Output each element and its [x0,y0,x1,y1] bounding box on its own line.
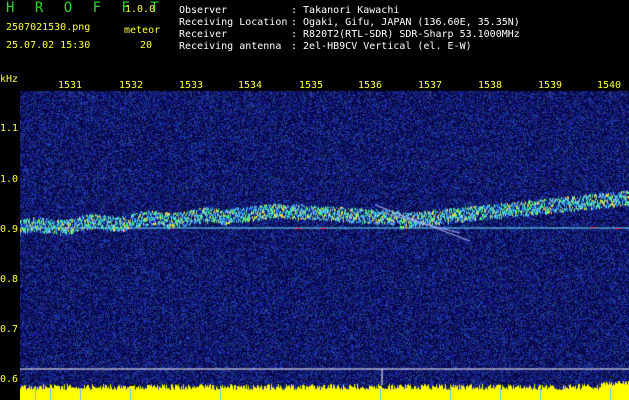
info-antenna-label: Receiving antenna [179,41,282,52]
info-antenna-value: : 2el-HB9CV Vertical (el. E-W) [291,41,472,52]
x-tick-label: 1538 [478,80,503,91]
datetime-label: 25.07.02 15:30 [6,40,91,51]
y-tick-label: 0.6 [0,374,19,385]
y-tick-label: 1.1 [0,123,19,134]
info-location-label: Receiving Location [179,17,288,28]
y-tick-label: 0.8 [0,274,19,285]
header-panel: H R O F F T 1.0.0 2507021530.png 25.07.0… [0,0,629,74]
y-tick-label: 0.7 [0,324,19,335]
x-tick-label: 1537 [418,80,443,91]
info-observer-label: Observer [179,5,228,16]
info-observer-value: : Takanori Kawachi [291,5,400,16]
x-tick-label: 1535 [299,80,324,91]
info-receiver-value: : R820T2(RTL-SDR) SDR-Sharp 53.1000MHz [291,29,520,40]
y-tick-label: 1.0 [0,174,19,185]
x-tick-label: 1531 [58,80,83,91]
y-tick-label: 0.9 [0,224,19,235]
x-tick-label: 1536 [358,80,383,91]
app-version: 1.0.0 [125,4,156,15]
info-receiver-label: Receiver [179,29,228,40]
info-location-value: : Ogaki, Gifu, JAPAN (136.60E, 35.35N) [291,17,520,28]
meteor-label: meteor [124,25,161,36]
spectrogram-canvas [20,75,629,400]
x-tick-label: 1533 [179,80,204,91]
x-tick-label: 1540 [597,80,622,91]
filename-label: 2507021530.png [6,22,91,33]
x-tick-label: 1532 [119,80,144,91]
y-axis-unit: kHz [0,74,19,85]
x-tick-label: 1539 [538,80,563,91]
x-tick-label: 1534 [238,80,263,91]
meteor-count: 20 [140,40,153,51]
